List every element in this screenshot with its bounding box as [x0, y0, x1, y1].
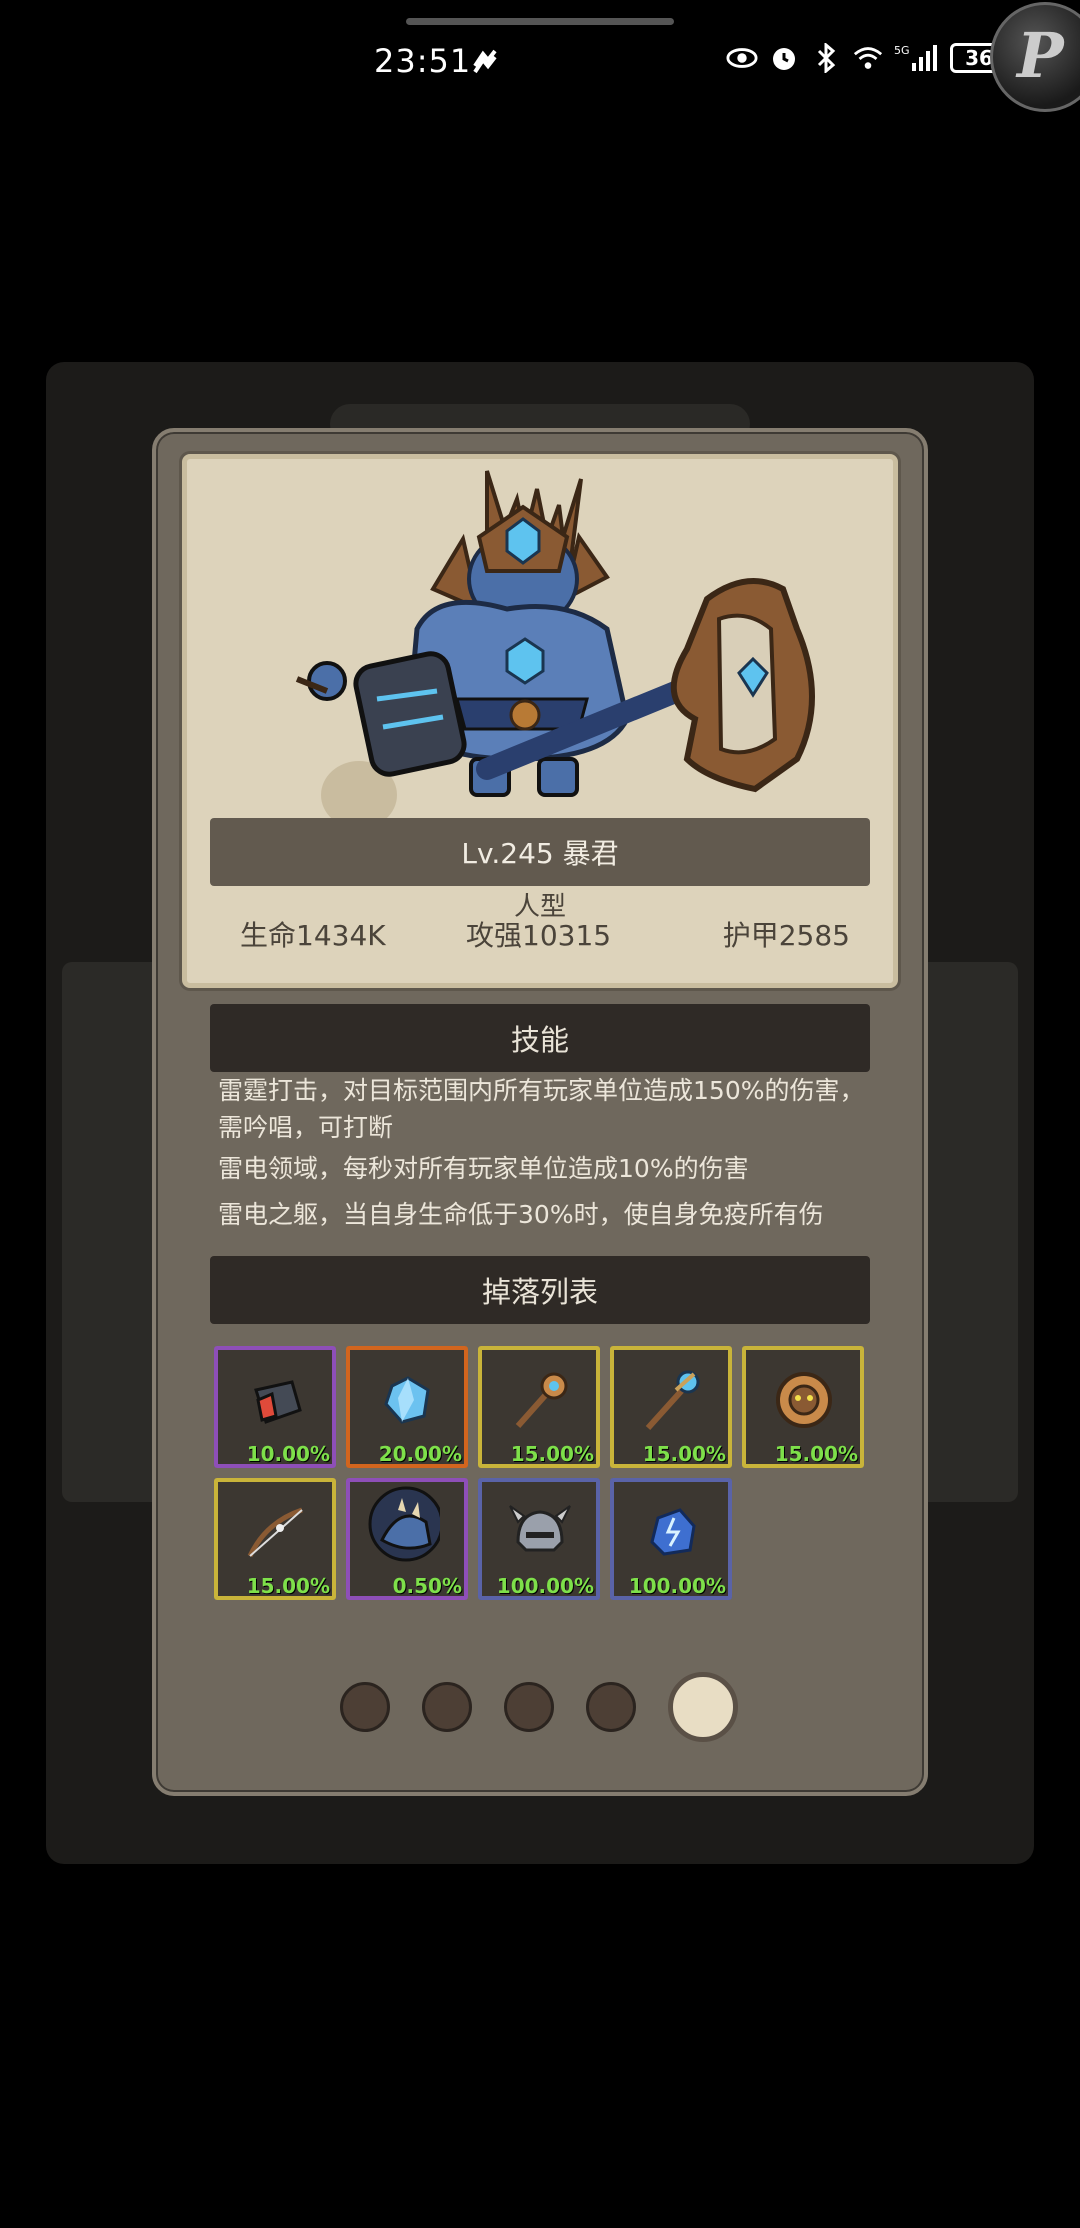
- drop-rate: 100.00%: [496, 1574, 594, 1598]
- status-bar: 23:51 5G 36 P: [0, 0, 1080, 112]
- crystal-icon: [384, 1376, 430, 1424]
- drops-header: 掉落列表: [210, 1256, 870, 1324]
- page-indicator: [340, 1672, 740, 1742]
- skill-description: 雷电之躯，当自身生命低于30%时，使自身免疫所有伤: [218, 1200, 824, 1229]
- page-dot[interactable]: [586, 1682, 636, 1732]
- skill-description: 雷电领域，每秒对所有玩家单位造成10%的伤害: [218, 1154, 749, 1183]
- monster-name-bar: Lv.245 暴君: [210, 818, 870, 886]
- drop-item[interactable]: 10.00%: [214, 1346, 336, 1468]
- monster-illustration: [295, 470, 815, 829]
- alarm-icon: [768, 42, 800, 74]
- stat-life: 生命1434K: [240, 919, 386, 952]
- ore-icon: [650, 1508, 696, 1556]
- drop-item[interactable]: 15.00%: [214, 1478, 336, 1600]
- bluetooth-icon: [810, 42, 842, 74]
- network-type: 5G: [894, 44, 910, 57]
- stat-attack: 攻强10315: [466, 919, 612, 952]
- wifi-icon: [852, 42, 884, 74]
- page-dot[interactable]: [340, 1682, 390, 1732]
- drop-rate: 20.00%: [378, 1442, 462, 1466]
- notch-indicator: [406, 18, 674, 25]
- mace-icon: [515, 1372, 568, 1428]
- eye-icon: [726, 42, 758, 74]
- drop-rate: 15.00%: [246, 1574, 330, 1598]
- drop-rate: 15.00%: [510, 1442, 594, 1466]
- drop-rate: 100.00%: [628, 1574, 726, 1598]
- shield-icon: [776, 1372, 832, 1428]
- helmet-icon: [509, 1505, 571, 1552]
- page-dot[interactable]: [422, 1682, 472, 1732]
- stat-armor: 护甲2585: [722, 919, 850, 952]
- bow-icon: [247, 1507, 303, 1558]
- drop-item[interactable]: 20.00%: [346, 1346, 468, 1468]
- drop-rate: 0.50%: [392, 1574, 462, 1598]
- drop-rate: 15.00%: [642, 1442, 726, 1466]
- mount-icon: [368, 1486, 440, 1562]
- monster-stats: 生命1434K 攻强10315 护甲2585: [210, 914, 870, 958]
- page-dot-active[interactable]: [668, 1672, 738, 1742]
- signal-icon: 5G: [894, 42, 940, 74]
- status-icons: 5G 36: [726, 42, 1013, 74]
- drop-item[interactable]: 100.00%: [610, 1478, 732, 1600]
- gauntlet-icon: [254, 1380, 302, 1424]
- page-dot[interactable]: [504, 1682, 554, 1732]
- drop-item[interactable]: 0.50%: [346, 1478, 468, 1600]
- skills-header: 技能: [210, 1004, 870, 1072]
- floating-assist-button[interactable]: P: [990, 2, 1080, 112]
- drop-item[interactable]: 15.00%: [478, 1346, 600, 1468]
- skill-description: 雷霆打击，对目标范围内所有玩家单位造成150%的伤害，需吟唱，可打断: [218, 1076, 865, 1142]
- notification-icon: [473, 49, 497, 74]
- staff-icon: [645, 1370, 700, 1431]
- drop-rate: 15.00%: [774, 1442, 858, 1466]
- drop-item[interactable]: 15.00%: [610, 1346, 732, 1468]
- drop-rate: 10.00%: [246, 1442, 330, 1466]
- status-time: 23:51: [374, 42, 472, 80]
- drop-item[interactable]: 100.00%: [478, 1478, 600, 1600]
- drop-item[interactable]: 15.00%: [742, 1346, 864, 1468]
